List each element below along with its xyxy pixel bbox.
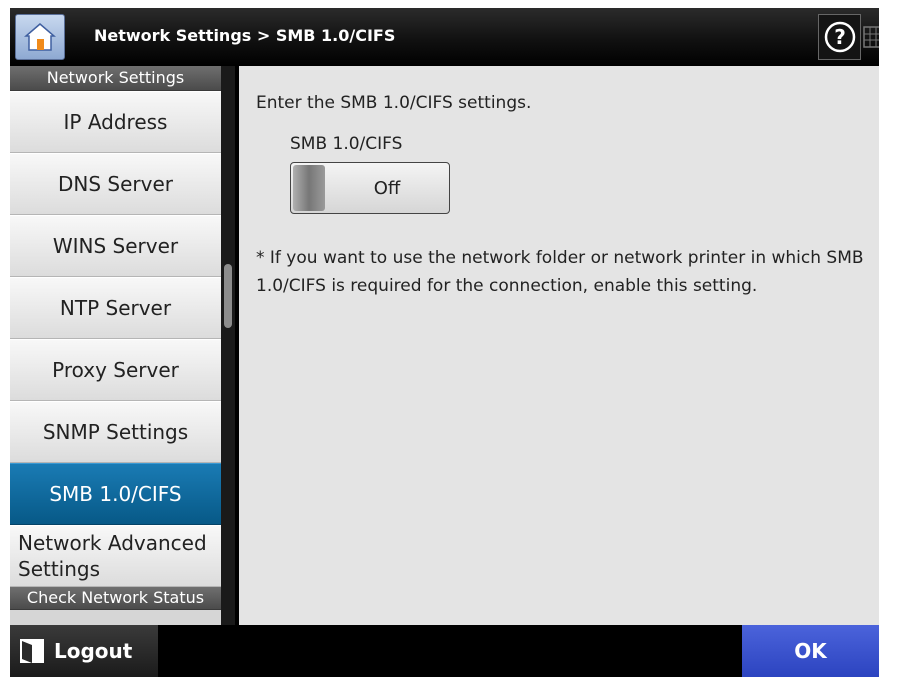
intro-text: Enter the SMB 1.0/CIFS settings.	[256, 93, 532, 113]
page-title: Network Settings > SMB 1.0/CIFS	[94, 26, 396, 45]
sidebar-item-network-advanced-settings[interactable]: Network Advanced Settings	[10, 525, 221, 587]
sidebar-item-smb-cifs[interactable]: SMB 1.0/CIFS	[10, 463, 221, 525]
svg-text:?: ?	[834, 25, 846, 49]
keyboard-button[interactable]	[863, 14, 879, 60]
note-text: * If you want to use the network folder …	[256, 248, 864, 296]
logout-icon	[20, 639, 44, 663]
app-frame: Network Settings > SMB 1.0/CIFS ? Networ…	[10, 8, 879, 677]
sidebar-item-ntp-server[interactable]: NTP Server	[10, 277, 221, 339]
sidebar-item-proxy-server[interactable]: Proxy Server	[10, 339, 221, 401]
logout-button[interactable]: Logout	[10, 625, 158, 677]
header-bar: Network Settings > SMB 1.0/CIFS ?	[10, 8, 879, 66]
sidebar-item-ip-address[interactable]: IP Address	[10, 91, 221, 153]
sidebar-item-label-line1: Network Advanced	[18, 531, 207, 555]
sidebar-item-label: WINS Server	[52, 234, 179, 258]
sidebar-scrollbar[interactable]	[221, 66, 235, 625]
main-content: Enter the SMB 1.0/CIFS settings. SMB 1.0…	[239, 66, 879, 625]
sidebar-item-label-line2: Settings	[18, 557, 101, 581]
keyboard-icon	[863, 26, 879, 48]
sidebar-group-header: Network Settings	[10, 66, 221, 91]
ok-button[interactable]: OK	[742, 625, 879, 677]
help-icon: ?	[824, 21, 856, 53]
sidebar-item-label: SMB 1.0/CIFS	[49, 482, 182, 506]
sidebar-item-snmp-settings[interactable]: SNMP Settings	[10, 401, 221, 463]
sidebar-group-header-check-network-status: Check Network Status	[10, 587, 221, 610]
toggle-knob[interactable]	[293, 165, 325, 211]
footer-bar: Logout OK	[10, 625, 879, 677]
toggle-state-text: Off	[373, 177, 401, 199]
home-icon	[24, 23, 56, 51]
smb-toggle-label: SMB 1.0/CIFS	[290, 134, 403, 154]
sidebar-item-label: Proxy Server	[52, 358, 179, 382]
sidebar-scroll-thumb[interactable]	[224, 264, 232, 328]
sidebar-item-label: IP Address	[63, 110, 168, 134]
sidebar-item-wins-server[interactable]: WINS Server	[10, 215, 221, 277]
smb-toggle-switch[interactable]: Off	[290, 162, 450, 214]
help-button[interactable]: ?	[818, 14, 861, 60]
sidebar-item-label: DNS Server	[58, 172, 173, 196]
logout-label: Logout	[54, 639, 133, 663]
sidebar-item-dns-server[interactable]: DNS Server	[10, 153, 221, 215]
sidebar-item-label: SNMP Settings	[42, 420, 189, 444]
home-button[interactable]	[15, 14, 65, 60]
sidebar: Network Settings IP Address DNS Server W…	[10, 66, 221, 625]
sidebar-item-label: NTP Server	[59, 296, 172, 320]
sidebar-item-label: Network Advanced Settings	[18, 530, 207, 582]
